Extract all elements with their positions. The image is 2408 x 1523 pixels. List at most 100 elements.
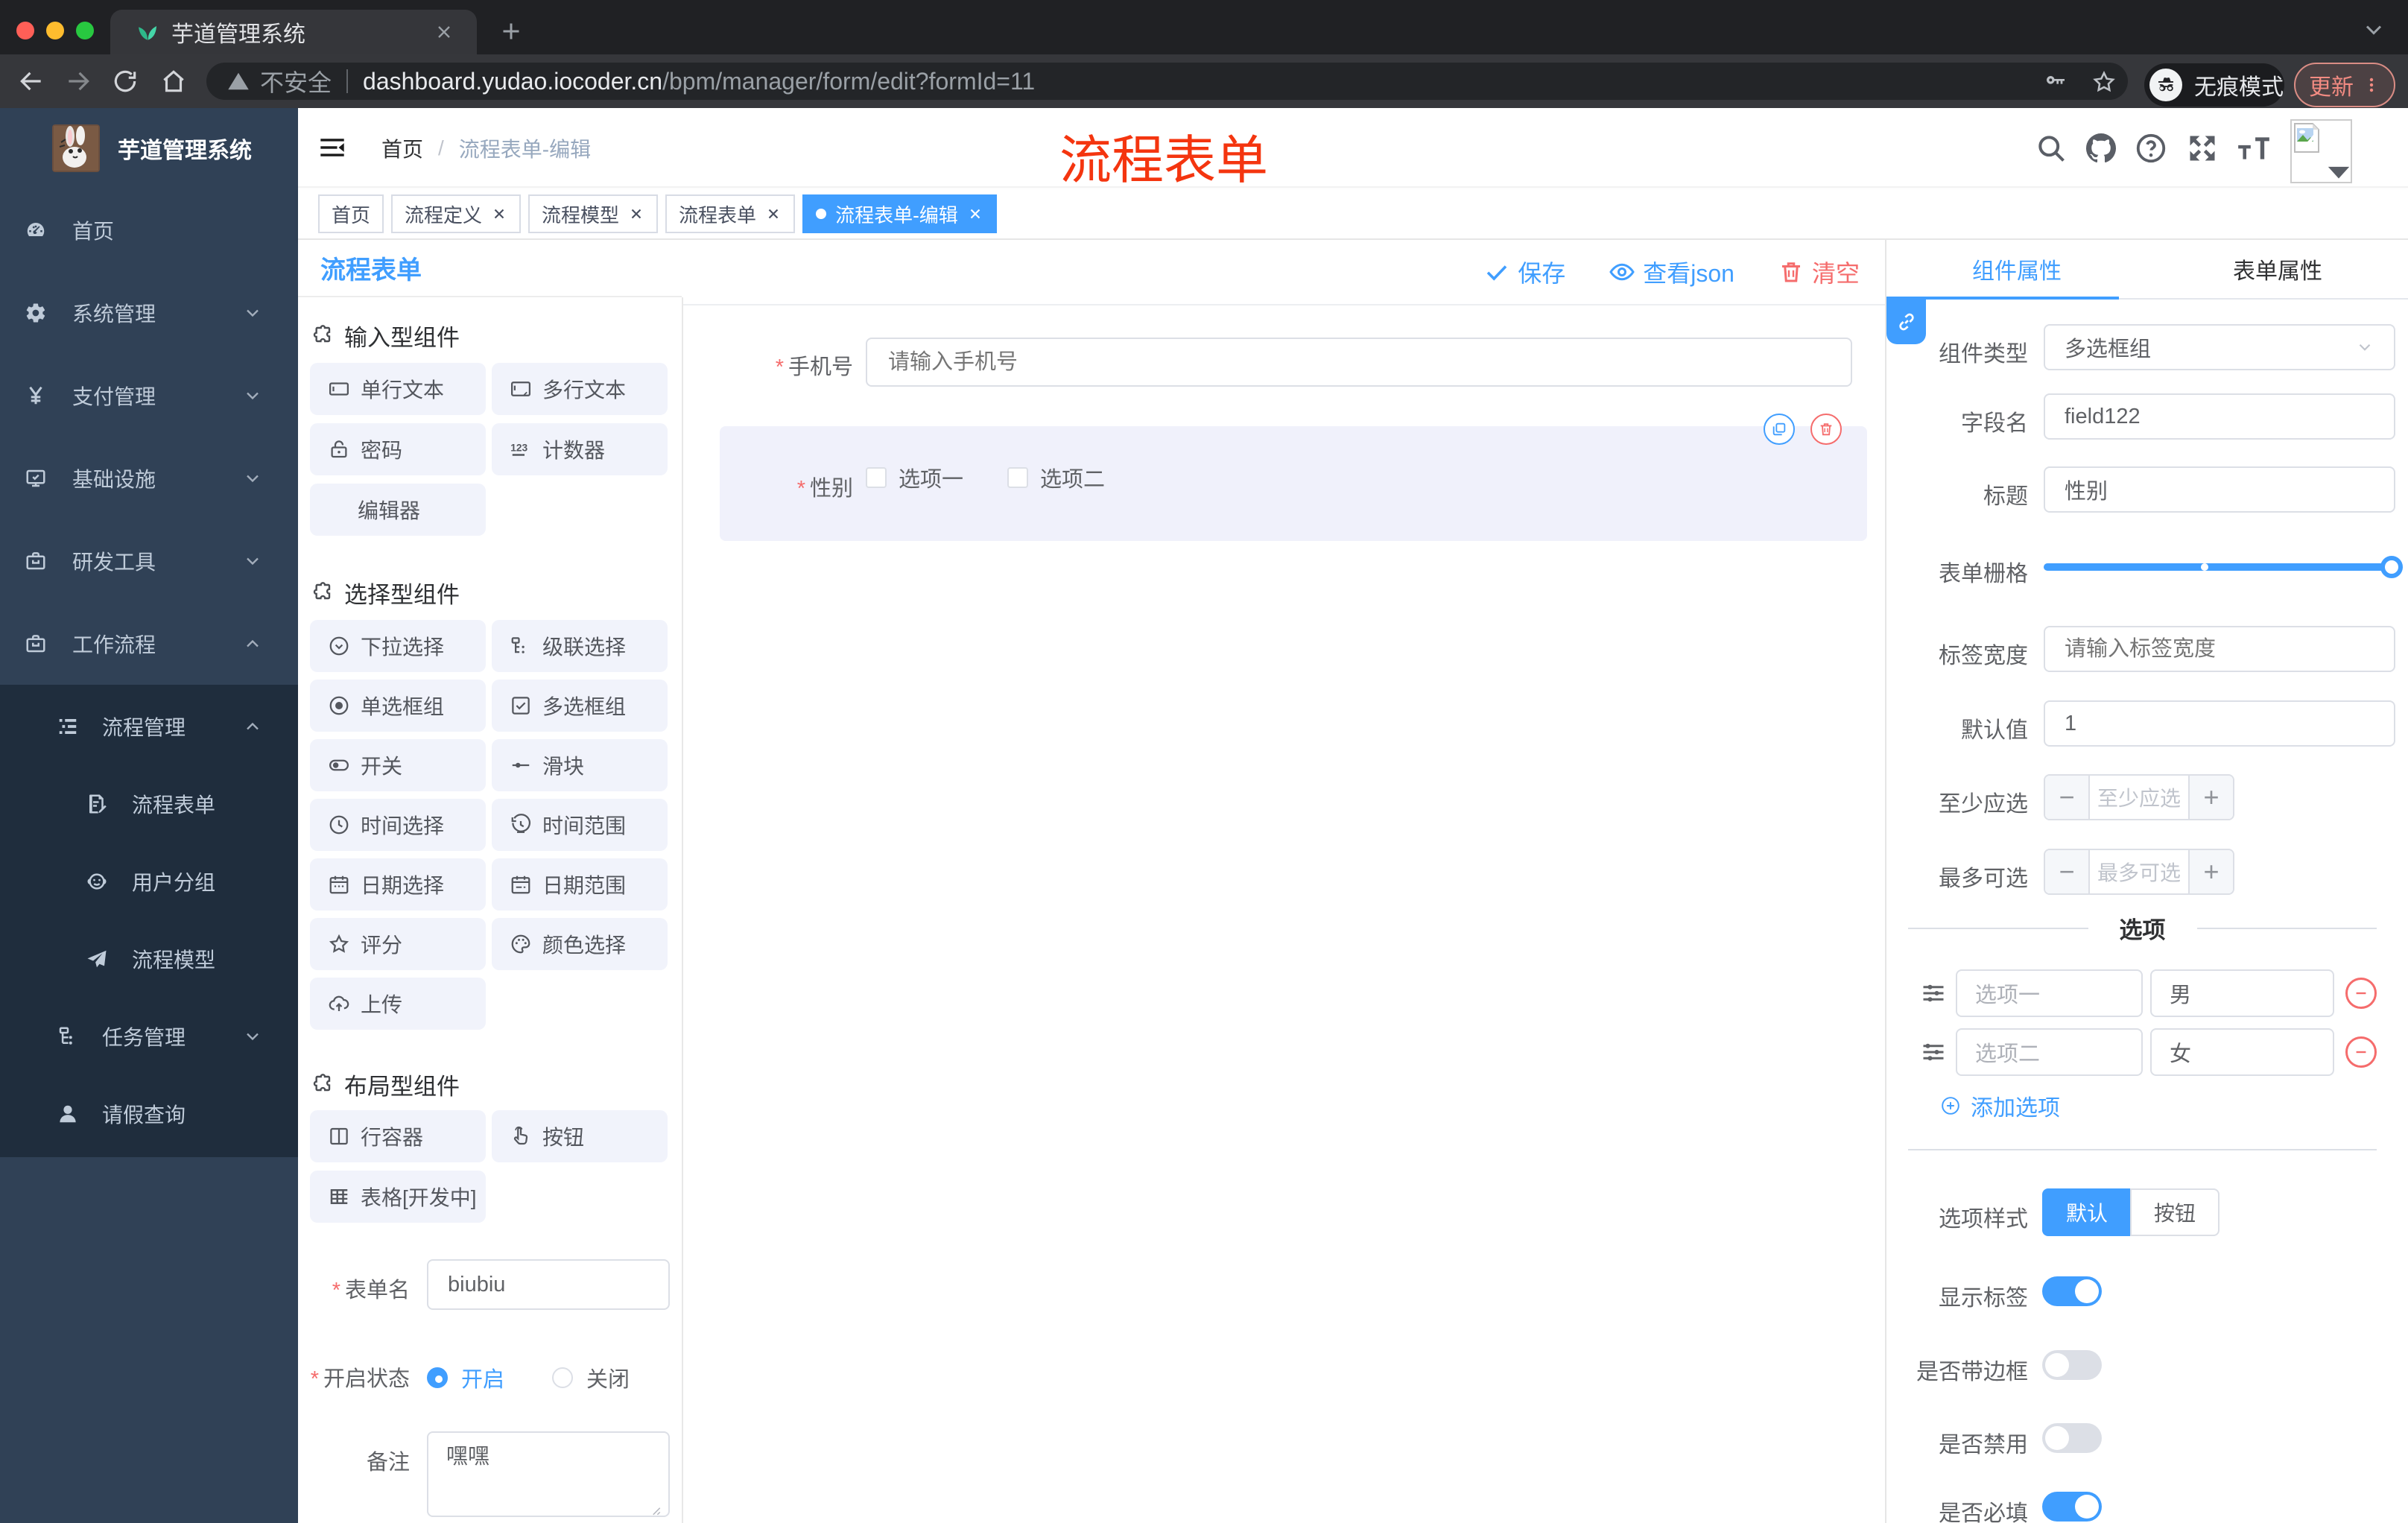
sidebar-item-system[interactable]: 系统管理 — [0, 271, 298, 354]
not-secure-warning-icon[interactable] — [227, 70, 250, 92]
browser-menu-icon[interactable] — [2363, 76, 2380, 94]
stepper-placeholder[interactable]: 至少应选 — [2090, 776, 2188, 819]
palette-item-switch[interactable]: 开关 — [310, 739, 486, 791]
sidebar-fold-icon[interactable] — [320, 136, 345, 159]
tab-component-props[interactable]: 组件属性 — [1886, 240, 2147, 298]
form-remark-textarea[interactable]: 嘿嘿 — [427, 1431, 670, 1517]
gender-option-2[interactable]: 选项二 — [1007, 462, 1105, 493]
title-input[interactable] — [2044, 466, 2395, 513]
font-size-icon[interactable] — [2235, 108, 2272, 188]
fullscreen-icon[interactable] — [2186, 108, 2219, 188]
sidebar-item-infrastructure[interactable]: 基础设施 — [0, 437, 298, 519]
copy-component-button[interactable] — [1764, 414, 1795, 445]
sidebar-item-process-model[interactable]: 流程模型 — [0, 920, 298, 998]
border-switch[interactable] — [2042, 1350, 2102, 1380]
palette-item-date-picker[interactable]: 日期选择 — [310, 858, 486, 911]
palette-item-cascader[interactable]: 级联选择 — [492, 620, 668, 672]
sidebar-item-task-management[interactable]: 任务管理 — [0, 998, 298, 1075]
url-path[interactable]: /bpm/manager/form/edit?formId=11 — [662, 68, 1035, 95]
tag-close-icon[interactable] — [765, 206, 782, 222]
palette-item-radio-group[interactable]: 单选框组 — [310, 680, 486, 732]
label-width-input[interactable] — [2044, 626, 2395, 672]
sidebar-logo[interactable]: 芋道管理系统 — [0, 108, 298, 189]
tag-process-definition[interactable]: 流程定义 — [391, 194, 522, 233]
palette-item-slider[interactable]: 滑块 — [492, 739, 668, 791]
header-search-icon[interactable] — [2035, 108, 2068, 188]
sidebar-item-workflow[interactable]: 工作流程 — [0, 602, 298, 685]
back-button[interactable] — [17, 67, 45, 95]
sidebar-item-home[interactable]: 首页 — [0, 189, 298, 271]
palette-item-row-container[interactable]: 行容器 — [310, 1110, 486, 1162]
palette-item-time-range[interactable]: 时间范围 — [492, 799, 668, 851]
phone-input[interactable] — [866, 338, 1852, 387]
help-icon[interactable] — [2134, 108, 2168, 188]
bookmark-star-icon[interactable] — [2091, 69, 2117, 95]
tag-close-icon[interactable] — [628, 206, 644, 222]
form-name-input[interactable] — [427, 1259, 670, 1310]
forward-button[interactable] — [64, 67, 92, 95]
slider-handle[interactable] — [2380, 556, 2403, 578]
update-browser-button[interactable]: 更新 — [2294, 63, 2395, 107]
sidebar-item-leave-query[interactable]: 请假查询 — [0, 1075, 298, 1153]
tab-search-chevron-icon[interactable] — [2360, 16, 2387, 43]
sidebar-item-payment[interactable]: 支付管理 — [0, 354, 298, 437]
github-icon[interactable] — [2083, 108, 2119, 188]
default-value-input[interactable] — [2044, 700, 2395, 747]
drag-handle-icon[interactable] — [1920, 980, 1947, 1007]
tag-process-form-edit[interactable]: 流程表单-编辑 — [802, 194, 997, 233]
view-json-button[interactable]: 查看json — [1609, 255, 1734, 289]
tag-close-icon[interactable] — [491, 206, 507, 222]
palette-item-rate[interactable]: 评分 — [310, 918, 486, 970]
close-window-button[interactable] — [16, 22, 34, 39]
sidebar-item-devtools[interactable]: 研发工具 — [0, 519, 298, 602]
option-label-input[interactable] — [1956, 1028, 2143, 1076]
sidebar-item-process-form[interactable]: 流程表单 — [0, 765, 298, 843]
tag-process-model[interactable]: 流程模型 — [528, 194, 659, 233]
home-button[interactable] — [159, 67, 188, 95]
component-type-select[interactable]: 多选框组 — [2044, 324, 2395, 370]
tag-home[interactable]: 首页 — [318, 194, 384, 233]
security-label[interactable]: 不安全 — [260, 64, 332, 98]
palette-item-date-range[interactable]: 日期范围 — [492, 858, 668, 911]
tab-form-props[interactable]: 表单属性 — [2147, 240, 2408, 298]
new-tab-button[interactable] — [498, 18, 525, 45]
url-host[interactable]: dashboard.yudao.iocoder.cn — [363, 68, 662, 95]
palette-item-time-picker[interactable]: 时间选择 — [310, 799, 486, 851]
drag-handle-icon[interactable] — [1920, 1039, 1947, 1066]
palette-item-single-line-text[interactable]: 单行文本 — [310, 363, 486, 415]
tab-close-icon[interactable] — [434, 22, 454, 42]
avatar-caret-icon[interactable] — [2326, 165, 2351, 180]
form-grid-slider[interactable] — [2044, 544, 2403, 590]
show-label-switch[interactable] — [2042, 1276, 2102, 1306]
save-button[interactable]: 保存 — [1483, 255, 1565, 289]
breadcrumb-home[interactable]: 首页 — [381, 133, 423, 163]
palette-item-checkbox-group[interactable]: 多选框组 — [492, 680, 668, 732]
address-bar[interactable]: 不安全 dashboard.yudao.iocoder.cn/bpm/manag… — [206, 63, 2128, 100]
radio-status-off[interactable] — [552, 1367, 574, 1388]
palette-item-counter[interactable]: 123 计数器 — [492, 423, 668, 475]
sidebar-item-user-group[interactable]: 用户分组 — [0, 843, 298, 920]
browser-tab[interactable]: 芋道管理系统 — [110, 10, 477, 54]
style-default-button[interactable]: 默认 — [2042, 1188, 2131, 1236]
zoom-window-button[interactable] — [76, 22, 94, 39]
gender-option-1[interactable]: 选项一 — [866, 462, 963, 493]
required-switch[interactable] — [2042, 1492, 2102, 1522]
stepper-plus-button[interactable]: + — [2188, 850, 2233, 893]
tag-close-icon[interactable] — [967, 206, 983, 222]
stepper-plus-button[interactable]: + — [2188, 776, 2233, 819]
sidebar-item-process-management[interactable]: 流程管理 — [0, 688, 298, 765]
textarea-resize-grip[interactable] — [648, 1503, 662, 1516]
remove-option-button[interactable] — [2345, 978, 2377, 1009]
clear-button[interactable]: 清空 — [1778, 255, 1860, 289]
delete-component-button[interactable] — [1810, 414, 1842, 445]
disabled-switch[interactable] — [2042, 1423, 2102, 1453]
slider-track[interactable] — [2044, 563, 2395, 571]
stepper-minus-button[interactable]: − — [2045, 850, 2090, 893]
password-key-icon[interactable] — [2044, 70, 2068, 94]
style-button-button[interactable]: 按钮 — [2130, 1188, 2220, 1236]
palette-item-editor[interactable]: 编辑器 — [310, 484, 486, 536]
minimize-window-button[interactable] — [46, 22, 64, 39]
option-label-input[interactable] — [1956, 969, 2143, 1017]
option-value-input[interactable] — [2150, 969, 2334, 1017]
option-value-input[interactable] — [2150, 1028, 2334, 1076]
